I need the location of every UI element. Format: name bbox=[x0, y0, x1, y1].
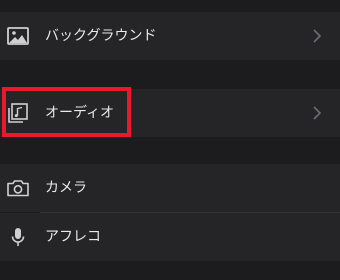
menu-item-audio[interactable]: オーディオ bbox=[0, 89, 340, 137]
microphone-icon bbox=[11, 228, 25, 246]
menu-item-background[interactable]: バックグラウンド bbox=[0, 12, 340, 60]
menu-item-label: オーディオ bbox=[45, 105, 115, 121]
menu-item-camera[interactable]: カメラ bbox=[0, 164, 340, 212]
camera-icon bbox=[7, 180, 29, 197]
menu-item-voiceover[interactable]: アフレコ bbox=[0, 213, 340, 261]
chevron-right-icon bbox=[313, 106, 322, 120]
menu-item-label: バックグラウンド bbox=[45, 28, 157, 44]
menu-item-label: アフレコ bbox=[45, 229, 101, 245]
media-menu-screen: バックグラウンド オーディオ カメラ アフレコ bbox=[0, 0, 340, 280]
chevron-right-icon bbox=[313, 29, 322, 43]
image-icon bbox=[7, 27, 29, 45]
music-file-icon bbox=[8, 103, 28, 123]
menu-item-label: カメラ bbox=[45, 180, 87, 196]
